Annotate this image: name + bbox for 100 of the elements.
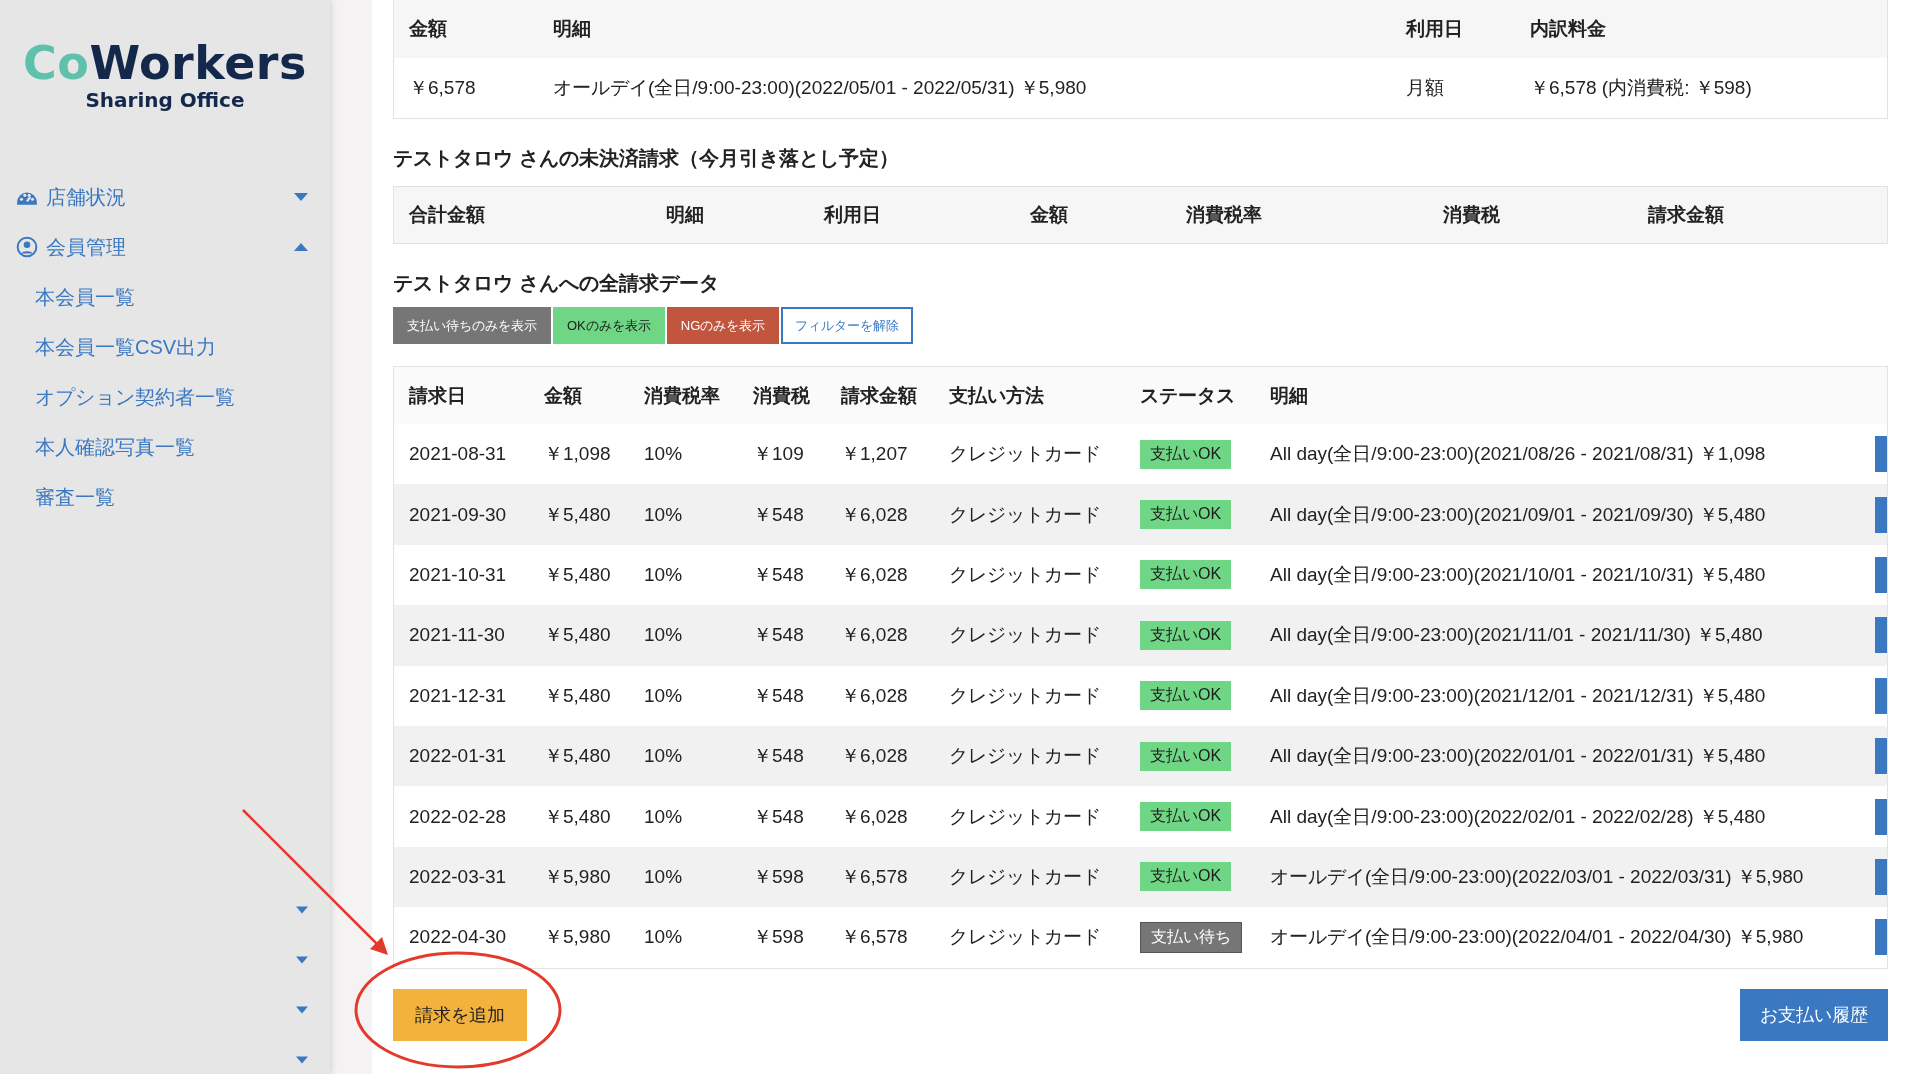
row-action-button[interactable] — [1875, 677, 1887, 714]
column-header: 利用日 — [1404, 17, 1464, 41]
status-label: 支払いOK — [1140, 862, 1232, 892]
column-header: 明細 — [552, 17, 592, 41]
table-cell-text: ￥5,980 — [543, 925, 612, 950]
row-action-button[interactable] — [1875, 858, 1887, 895]
table-cell-text: 10% — [643, 443, 684, 466]
table-cell-text: ￥6,028 — [840, 562, 909, 587]
status-label: 支払いOK — [1140, 681, 1232, 711]
row-action-button[interactable] — [1875, 617, 1887, 654]
section-title: テストタロウ さんへの全請求データ — [393, 271, 720, 296]
table-cell-text: 2021-09-30 — [408, 503, 508, 526]
sidebar-menu-header[interactable]: 店舗状況 — [0, 172, 330, 222]
caret-down-icon[interactable] — [296, 956, 308, 964]
table-cell-text: 10% — [643, 503, 684, 526]
row-action-button[interactable] — [1875, 496, 1887, 533]
logo-wordmark: CoWorkers — [23, 36, 307, 90]
table-cell-text: 2021-10-31 — [408, 563, 508, 586]
sidebar-link[interactable]: 審査一覧 — [0, 472, 330, 522]
add-billing-button[interactable]: 請求を追加 — [393, 988, 527, 1041]
table-cell-text: 2022-04-30 — [408, 926, 508, 949]
table-cell-text: クレジットカード — [948, 623, 1102, 648]
table-cell-text: クレジットカード — [948, 804, 1102, 829]
table-cell-text: 10% — [643, 865, 684, 888]
table-cell-text: 10% — [643, 805, 684, 828]
table-cell-text: ￥109 — [752, 442, 805, 467]
table-cell-text: All day(全日/9:00-23:00)(2022/02/01 - 2022/02/28) ￥5,480 — [1269, 804, 1767, 829]
column-header: 消費税 — [1442, 203, 1501, 227]
table-cell-text: ￥6,578 — [840, 925, 909, 950]
table-cell-text: ￥598 — [752, 925, 805, 950]
table-cell-text: オールデイ(全日/9:00-23:00)(2022/05/01 - 2022/05/31) ￥5,980 — [552, 76, 1088, 100]
table-cell-text: ￥6,028 — [840, 744, 909, 769]
status-label: 支払いOK — [1140, 802, 1232, 832]
column-header: 明細 — [1269, 383, 1309, 408]
section-title: テストタロウ さんの未決済請求（今月引き落とし予定） — [393, 146, 900, 171]
sidebar-link[interactable]: オプション契約者一覧 — [0, 372, 330, 422]
table-cell-text: ￥5,980 — [543, 864, 612, 889]
row-action-button[interactable] — [1875, 738, 1887, 775]
column-header: 請求金額 — [840, 383, 918, 408]
table-cell-text: クレジットカード — [948, 925, 1102, 950]
table-cell-text: ￥5,480 — [543, 804, 612, 829]
filter-button[interactable]: フィルターを解除 — [781, 307, 914, 344]
table-cell-text: 10% — [643, 926, 684, 949]
status-label: 支払いOK — [1140, 500, 1232, 530]
status-label: 支払い待ち — [1140, 921, 1242, 953]
status-label: 支払いOK — [1140, 560, 1232, 590]
filter-button[interactable]: 支払い待ちのみを表示 — [393, 307, 551, 344]
caret-down-icon[interactable] — [296, 1056, 308, 1064]
table-cell-text: 月額 — [1405, 76, 1445, 100]
column-header: 消費税 — [752, 383, 811, 408]
caret-up-icon — [294, 243, 308, 251]
caret-down-icon — [294, 193, 308, 201]
column-header: 金額 — [408, 17, 448, 41]
table-cell-text: ￥6,578 — [840, 864, 909, 889]
column-header: 金額 — [1029, 203, 1069, 227]
table-cell-text: オールデイ(全日/9:00-23:00)(2022/04/01 - 2022/04/30) ￥5,980 — [1269, 925, 1805, 950]
column-header: 請求金額 — [1647, 203, 1725, 227]
row-action-button[interactable] — [1875, 919, 1887, 956]
status-label: 支払いOK — [1140, 439, 1232, 469]
filter-button[interactable]: NGのみを表示 — [666, 307, 780, 344]
sidebar-link[interactable]: 本会員一覧CSV出力 — [0, 322, 330, 372]
payment-history-button[interactable]: お支払い履歴 — [1740, 988, 1888, 1041]
table-cell-text: ￥5,480 — [543, 683, 612, 708]
table-cell-text: 10% — [643, 684, 684, 707]
table-cell-text: ￥6,028 — [840, 623, 909, 648]
table-cell-text: クレジットカード — [948, 683, 1102, 708]
sidebar-link[interactable]: 本人確認写真一覧 — [0, 422, 330, 472]
column-header: 明細 — [665, 203, 705, 227]
table-cell-text: 2021-08-31 — [408, 443, 508, 466]
row-action-button[interactable] — [1875, 436, 1887, 473]
table-cell-text: ￥548 — [752, 804, 805, 829]
table-cell-text: ￥5,480 — [543, 623, 612, 648]
row-action-button[interactable] — [1875, 556, 1887, 593]
table-cell-text: 2021-11-30 — [408, 624, 506, 647]
table-cell-text: ￥548 — [752, 502, 805, 527]
table-cell-text: 2022-03-31 — [408, 865, 508, 888]
logo-subtitle: Sharing Office — [84, 88, 246, 112]
table-cell-text: 2022-01-31 — [408, 745, 508, 768]
status-label: 支払いOK — [1140, 741, 1232, 771]
table-cell-text: ￥548 — [752, 623, 805, 648]
table-cell-text: ￥6,578 (内消費税: ￥598) — [1529, 76, 1753, 100]
table-cell-text: All day(全日/9:00-23:00)(2021/09/01 - 2021/09/30) ￥5,480 — [1269, 502, 1767, 527]
table-cell-text: クレジットカード — [948, 502, 1102, 527]
row-action-button[interactable] — [1875, 798, 1887, 835]
caret-down-icon[interactable] — [296, 906, 308, 914]
sidebar-menu-header[interactable]: 会員管理 — [0, 222, 330, 272]
table-cell-text: 2021-12-31 — [408, 684, 508, 707]
table-cell-text: ￥548 — [752, 683, 805, 708]
table-cell-text: ￥548 — [752, 744, 805, 769]
table-cell-text: ￥6,578 — [408, 76, 477, 100]
column-header: 請求日 — [408, 383, 467, 408]
table-cell-text: ￥548 — [752, 562, 805, 587]
filter-button[interactable]: OKのみを表示 — [553, 307, 665, 344]
sidebar-link[interactable]: 本会員一覧 — [0, 272, 330, 322]
column-header: 支払い方法 — [948, 383, 1045, 408]
table-cell-text: 2022-02-28 — [408, 805, 508, 828]
user-icon — [16, 236, 38, 258]
table-cell-text: クレジットカード — [948, 864, 1102, 889]
table-cell-text: クレジットカード — [948, 442, 1102, 467]
caret-down-icon[interactable] — [296, 1006, 308, 1014]
